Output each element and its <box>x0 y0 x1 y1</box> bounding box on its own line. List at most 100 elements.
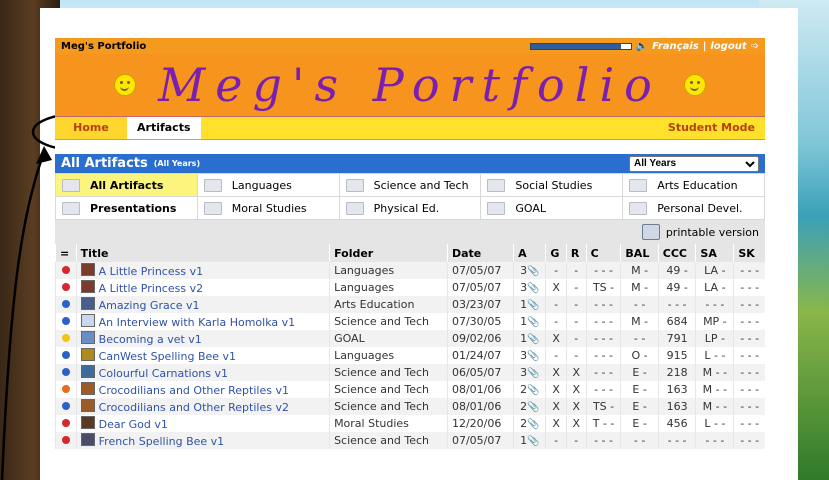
column-header[interactable]: CCC <box>657 244 696 262</box>
table-row[interactable]: French Spelling Bee v1 Science and Tech 07… <box>55 432 765 449</box>
table-row[interactable]: Amazing Grace v1 Arts Education 03/23/07 1📎… <box>55 296 765 313</box>
artifact-title-link[interactable]: Colourful Carnations v1 <box>99 367 228 380</box>
date-cell: 06/05/07 <box>446 364 514 381</box>
sk-cell: - - - <box>733 330 765 347</box>
column-header[interactable]: BAL <box>620 244 659 262</box>
title-cell[interactable]: A Little Princess v2 <box>75 279 330 296</box>
nav-home[interactable]: Home <box>55 117 127 139</box>
category-moral-studies[interactable]: Moral Studies <box>197 197 339 219</box>
table-row[interactable]: Colourful Carnations v1 Science and Tech 0… <box>55 364 765 381</box>
category-physical-ed-[interactable]: Physical Ed. <box>339 197 481 219</box>
category-all-artifacts[interactable]: All Artifacts <box>56 174 197 196</box>
title-cell[interactable]: CanWest Spelling Bee v1 <box>75 347 330 364</box>
category-goal[interactable]: GOAL <box>481 197 623 219</box>
language-link[interactable]: Français <box>652 41 699 52</box>
table-row[interactable]: Crocodilians and Other Reptiles v2 Scienc… <box>55 398 765 415</box>
artifact-title-link[interactable]: Crocodilians and Other Reptiles v2 <box>99 401 289 414</box>
category-science-and-tech[interactable]: Science and Tech <box>339 174 481 196</box>
category-personal-devel-[interactable]: Personal Devel. <box>623 197 764 219</box>
artifact-title-link[interactable]: A Little Princess v2 <box>99 282 203 295</box>
logout-arrow-icon[interactable]: ➩ <box>751 41 759 52</box>
artifact-title-link[interactable]: Amazing Grace v1 <box>99 299 200 312</box>
student-mode-link[interactable]: Student Mode <box>658 117 765 139</box>
column-header[interactable]: R <box>565 244 587 262</box>
artifact-title-link[interactable]: A Little Princess v1 <box>99 265 203 278</box>
nav-bar: Home Artifacts Student Mode <box>55 117 765 140</box>
category-presentations[interactable]: Presentations <box>56 197 197 219</box>
status-cell <box>55 432 77 449</box>
ccc-cell: 163 <box>657 381 696 398</box>
bal-cell: E - <box>620 364 659 381</box>
column-header[interactable]: Title <box>75 244 330 262</box>
r-cell: - <box>565 313 587 330</box>
progress-bar <box>529 42 632 50</box>
title-cell[interactable]: Crocodilians and Other Reptiles v2 <box>75 398 330 415</box>
paperclip-icon: 📎 <box>527 385 540 396</box>
table-row[interactable]: Crocodilians and Other Reptiles v1 Scienc… <box>55 381 765 398</box>
title-cell[interactable]: French Spelling Bee v1 <box>75 432 330 449</box>
title-cell[interactable]: An Interview with Karla Homolka v1 <box>75 313 330 330</box>
table-row[interactable]: Dear God v1 Moral Studies 12/20/06 2📎 X X T - … <box>55 415 765 432</box>
column-header[interactable]: G <box>545 244 567 262</box>
title-cell[interactable]: Crocodilians and Other Reptiles v1 <box>75 381 330 398</box>
paperclip-icon: 📎 <box>527 317 540 328</box>
attachments-cell: 3📎 <box>513 279 546 296</box>
artifact-title-link[interactable]: An Interview with Karla Homolka v1 <box>99 316 295 329</box>
table-row[interactable]: A Little Princess v2 Languages 07/05/07 3📎 X… <box>55 279 765 296</box>
logout-link[interactable]: logout <box>710 41 746 52</box>
r-cell: X <box>565 398 587 415</box>
artifact-title-link[interactable]: French Spelling Bee v1 <box>99 435 225 448</box>
category-label: Science and Tech <box>373 178 469 192</box>
bal-cell: E - <box>620 398 659 415</box>
year-filter-select[interactable]: All Years <box>629 155 759 172</box>
column-header[interactable]: A <box>513 244 546 262</box>
printable-version-link[interactable]: printable version <box>666 226 759 239</box>
column-header[interactable]: Date <box>446 244 514 262</box>
status-cell <box>55 313 77 330</box>
category-label: Social Studies <box>515 178 593 192</box>
category-arts-education[interactable]: Arts Education <box>623 174 764 196</box>
folder-cell: Science and Tech <box>329 313 448 330</box>
sa-cell: LA - <box>695 262 734 279</box>
attachments-cell: 1📎 <box>513 313 546 330</box>
title-cell[interactable]: Amazing Grace v1 <box>75 296 330 313</box>
artifact-title-link[interactable]: CanWest Spelling Bee v1 <box>99 350 236 363</box>
ccc-cell: 915 <box>657 347 696 364</box>
separator: | <box>702 40 707 52</box>
printer-icon[interactable] <box>641 224 660 240</box>
status-cell <box>55 296 77 313</box>
ccc-cell: 49 - <box>657 262 696 279</box>
category-social-studies[interactable]: Social Studies <box>481 174 623 196</box>
nav-artifacts[interactable]: Artifacts <box>127 117 201 139</box>
artifact-title-link[interactable]: Becoming a vet v1 <box>99 333 202 346</box>
title-cell[interactable]: A Little Princess v1 <box>75 262 330 279</box>
title-cell[interactable]: Dear God v1 <box>75 415 330 432</box>
column-header[interactable]: SA <box>695 244 734 262</box>
folder-icon <box>629 178 648 192</box>
table-row[interactable]: Becoming a vet v1 GOAL 09/02/06 1📎 X - - - -- … <box>55 330 765 347</box>
c-cell: - - - <box>585 364 621 381</box>
folder-cell: Science and Tech <box>329 432 448 449</box>
table-row[interactable]: An Interview with Karla Homolka v1 Scienc… <box>55 313 765 330</box>
title-cell[interactable]: Colourful Carnations v1 <box>75 364 330 381</box>
date-cell: 08/01/06 <box>446 381 514 398</box>
bal-cell: - - <box>620 296 659 313</box>
table-row[interactable]: A Little Princess v1 Languages 07/05/07 3📎 -… <box>55 262 765 279</box>
status-dot-icon <box>61 385 70 393</box>
section-header: All Artifacts (All Years) All Years <box>55 154 765 173</box>
table-row[interactable]: CanWest Spelling Bee v1 Languages 01/24/07… <box>55 347 765 364</box>
column-header[interactable]: = <box>55 244 77 262</box>
artifact-title-link[interactable]: Dear God v1 <box>99 418 168 431</box>
column-header[interactable]: Folder <box>329 244 448 262</box>
sa-cell: L - - <box>695 415 734 432</box>
column-header[interactable]: C <box>585 244 621 262</box>
category-languages[interactable]: Languages <box>197 174 339 196</box>
thumbnail-icon <box>80 399 95 412</box>
speaker-icon[interactable]: 🔈 <box>636 41 648 52</box>
c-cell: T - - <box>585 415 621 432</box>
artifact-title-link[interactable]: Crocodilians and Other Reptiles v1 <box>99 384 289 397</box>
spacer <box>55 140 765 154</box>
column-header[interactable]: SK <box>733 244 765 262</box>
title-cell[interactable]: Becoming a vet v1 <box>75 330 330 347</box>
smiley-icon <box>683 74 706 96</box>
